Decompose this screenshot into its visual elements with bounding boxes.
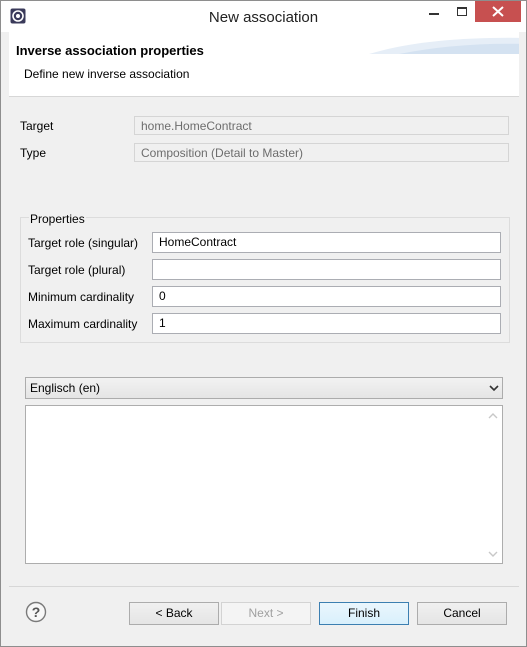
target-role-singular-input[interactable]: HomeContract [152,232,501,253]
dialog-window: New association Inverse association prop… [0,0,527,647]
finish-button[interactable]: Finish [319,602,409,625]
close-icon [492,6,504,17]
maximize-icon [457,7,467,16]
back-button[interactable]: < Back [129,602,219,625]
description-textarea[interactable] [25,405,503,564]
scroll-down-icon[interactable] [488,550,498,558]
scroll-up-icon[interactable] [488,412,498,420]
button-bar-separator [9,586,519,587]
language-selected-value: Englisch (en) [30,381,101,395]
wizard-content: Target home.HomeContract Type Compositio… [9,97,519,585]
next-button[interactable]: Next > [221,602,311,625]
target-role-plural-input[interactable] [152,259,501,280]
cancel-button[interactable]: Cancel [417,602,507,625]
language-select[interactable]: Englisch (en) [25,377,503,399]
type-label: Type [20,146,47,160]
properties-group: Properties Target role (singular) HomeCo… [20,212,510,343]
minimize-button[interactable] [420,1,448,22]
minimum-cardinality-input[interactable]: 0 [152,286,501,307]
properties-group-title: Properties [29,212,86,226]
maximize-button[interactable] [448,1,476,22]
svg-text:?: ? [32,604,41,620]
close-button[interactable] [475,1,521,22]
maximum-cardinality-input[interactable]: 1 [152,313,501,334]
minimize-icon [429,13,439,15]
help-icon[interactable]: ? [25,601,47,623]
header-banner-decoration [369,37,519,54]
vertical-scrollbar[interactable] [485,406,502,563]
target-role-singular-label: Target role (singular) [28,236,139,250]
target-field: home.HomeContract [134,116,509,135]
maximum-cardinality-label: Maximum cardinality [28,317,138,331]
minimum-cardinality-label: Minimum cardinality [28,290,135,304]
target-label: Target [20,119,54,133]
wizard-page-description: Define new inverse association [24,67,190,81]
target-role-plural-label: Target role (plural) [28,263,126,277]
type-field: Composition (Detail to Master) [134,143,509,162]
chevron-down-icon [489,385,499,392]
title-bar: New association [1,1,526,32]
wizard-header: Inverse association properties Define ne… [9,32,519,97]
wizard-page-title: Inverse association properties [16,43,204,58]
